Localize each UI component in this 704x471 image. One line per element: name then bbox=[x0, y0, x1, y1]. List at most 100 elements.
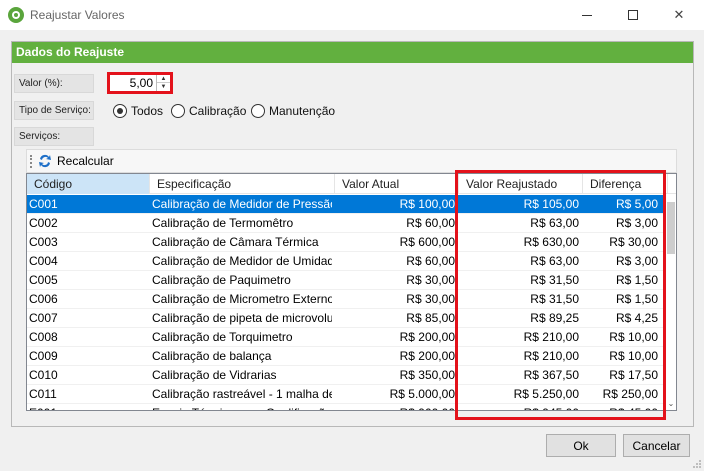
cell-especificacao: Calibração de Medidor de Pressão bbox=[152, 197, 332, 211]
cell-diferenca: R$ 4,25 bbox=[615, 311, 658, 325]
table-row[interactable]: C011 Calibração rastreável - 1 malha de t… bbox=[27, 385, 668, 404]
cell-codigo: C010 bbox=[29, 368, 58, 382]
cell-diferenca: R$ 5,00 bbox=[615, 197, 658, 211]
cell-valor-reajustado: R$ 63,00 bbox=[530, 216, 579, 230]
cell-codigo: C003 bbox=[29, 235, 58, 249]
valor-label: Valor (%): bbox=[14, 74, 94, 93]
spin-down-icon[interactable]: ▼ bbox=[157, 83, 170, 91]
spinner-buttons[interactable]: ▲ ▼ bbox=[156, 75, 170, 91]
table-row[interactable]: C010 Calibração de Vidrarias R$ 350,00 R$ 3… bbox=[27, 366, 668, 385]
column-diferenca[interactable]: Diferença bbox=[583, 174, 668, 194]
cell-diferenca: R$ 30,00 bbox=[609, 235, 658, 249]
cell-codigo: C007 bbox=[29, 311, 58, 325]
cell-codigo: C002 bbox=[29, 216, 58, 230]
table-row[interactable]: C008 Calibração de Torquimetro R$ 200,00 R$… bbox=[27, 328, 668, 347]
cell-especificacao: Calibração de Medidor de Umidade bbox=[152, 254, 332, 268]
column-especificacao[interactable]: Especificação bbox=[150, 174, 335, 194]
servicos-label: Serviços: bbox=[14, 127, 94, 146]
cell-especificacao: Calibração de Paquimetro bbox=[152, 273, 291, 287]
cell-diferenca: R$ 3,00 bbox=[615, 216, 658, 230]
recalcular-label: Recalcular bbox=[57, 154, 114, 168]
cell-codigo: E001 bbox=[29, 406, 147, 410]
table-row[interactable]: E001 Ensaio Térmico para Qualificação d..… bbox=[27, 404, 668, 410]
cell-valor-atual: R$ 600,00 bbox=[399, 235, 455, 249]
cell-especificacao: Calibração rastreável - 1 malha de t... bbox=[152, 387, 332, 401]
cell-valor-reajustado: R$ 210,00 bbox=[523, 330, 579, 344]
cell-especificacao: Calibração de Micrometro Externo bbox=[152, 292, 332, 306]
cell-valor-atual: R$ 30,00 bbox=[406, 292, 455, 306]
minimize-icon bbox=[582, 14, 592, 16]
cell-valor-reajustado: R$ 210,00 bbox=[523, 349, 579, 363]
cell-valor-reajustado: R$ 31,50 bbox=[530, 292, 579, 306]
cell-valor-atual: R$ 900,00 bbox=[337, 406, 455, 410]
table-row[interactable]: C004 Calibração de Medidor de Umidade R$ 6… bbox=[27, 252, 668, 271]
services-grid[interactable]: Código Especificação Valor Atual Valor R… bbox=[26, 173, 677, 411]
cell-especificacao: Calibração de balança bbox=[152, 349, 272, 363]
title-bar: Reajustar Valores ✕ bbox=[0, 0, 704, 30]
cell-valor-atual: R$ 100,00 bbox=[399, 197, 455, 211]
tipo-servico-label: Tipo de Serviço: bbox=[14, 101, 94, 120]
cell-valor-atual: R$ 85,00 bbox=[406, 311, 455, 325]
valor-input[interactable]: 5,00 bbox=[130, 76, 153, 90]
cell-valor-reajustado: R$ 63,00 bbox=[530, 254, 579, 268]
radio-unchecked-icon[interactable] bbox=[251, 104, 265, 118]
scrollbar-thumb[interactable] bbox=[667, 202, 675, 254]
table-row[interactable]: C001 Calibração de Medidor de Pressão R$ 1… bbox=[27, 195, 668, 214]
radio-manutencao[interactable]: Manutenção bbox=[251, 104, 335, 118]
cancel-button[interactable]: Cancelar bbox=[623, 434, 690, 457]
app-logo-icon bbox=[8, 7, 24, 23]
resize-grip-icon[interactable] bbox=[692, 459, 702, 469]
cell-valor-reajustado: R$ 105,00 bbox=[523, 197, 579, 211]
column-valor-reajustado[interactable]: Valor Reajustado bbox=[459, 174, 583, 194]
cell-valor-atual: R$ 200,00 bbox=[399, 349, 455, 363]
recalcular-button[interactable]: Recalcular bbox=[37, 153, 114, 169]
radio-manutencao-label: Manutenção bbox=[269, 104, 336, 118]
maximize-button[interactable] bbox=[610, 0, 656, 30]
cell-valor-reajustado: R$ 945,00 bbox=[461, 406, 579, 410]
cell-valor-reajustado: R$ 31,50 bbox=[530, 273, 579, 287]
cell-especificacao: Ensaio Térmico para Qualificação d... bbox=[152, 406, 332, 410]
cell-codigo: C011 bbox=[29, 387, 57, 401]
close-button[interactable]: ✕ bbox=[656, 0, 702, 30]
cell-especificacao: Calibração de Vidrarias bbox=[152, 368, 277, 382]
cell-diferenca: R$ 45,00 bbox=[585, 406, 658, 410]
grid-toolbar: Recalcular bbox=[26, 149, 677, 173]
cell-diferenca: R$ 10,00 bbox=[609, 330, 658, 344]
table-row[interactable]: C003 Calibração de Câmara Térmica R$ 600,0… bbox=[27, 233, 668, 252]
cell-codigo: C008 bbox=[29, 330, 58, 344]
cell-codigo: C009 bbox=[29, 349, 58, 363]
radio-todos[interactable]: Todos bbox=[113, 104, 163, 118]
ok-button[interactable]: Ok bbox=[546, 434, 616, 457]
cell-codigo: C005 bbox=[29, 273, 58, 287]
radio-unchecked-icon[interactable] bbox=[171, 104, 185, 118]
scroll-down-icon[interactable]: ⌄ bbox=[666, 400, 676, 408]
spin-up-icon[interactable]: ▲ bbox=[157, 75, 170, 83]
vertical-scrollbar[interactable]: ⌄ bbox=[666, 194, 676, 410]
cell-diferenca: R$ 1,50 bbox=[615, 292, 658, 306]
cell-valor-atual: R$ 60,00 bbox=[406, 254, 455, 268]
radio-checked-icon[interactable] bbox=[113, 104, 127, 118]
table-row[interactable]: C009 Calibração de balança R$ 200,00 R$ 210… bbox=[27, 347, 668, 366]
cell-valor-reajustado: R$ 5.250,00 bbox=[513, 387, 579, 401]
radio-todos-label: Todos bbox=[131, 104, 164, 118]
column-valor-atual[interactable]: Valor Atual bbox=[335, 174, 459, 194]
table-row[interactable]: C006 Calibração de Micrometro Externo R$ 3… bbox=[27, 290, 668, 309]
column-codigo[interactable]: Código bbox=[27, 174, 150, 194]
cell-valor-atual: R$ 30,00 bbox=[406, 273, 455, 287]
table-row[interactable]: C007 Calibração de pipeta de microvolume R… bbox=[27, 309, 668, 328]
minimize-button[interactable] bbox=[564, 0, 610, 30]
cell-codigo: C001 bbox=[29, 197, 58, 211]
cell-valor-atual: R$ 5.000,00 bbox=[389, 387, 455, 401]
group-title: Dados do Reajuste bbox=[12, 42, 693, 63]
cell-especificacao: Calibração de Termomêtro bbox=[152, 216, 294, 230]
radio-calibracao[interactable]: Calibração bbox=[171, 104, 246, 118]
cell-diferenca: R$ 250,00 bbox=[602, 387, 658, 401]
table-row[interactable]: C002 Calibração de Termomêtro R$ 60,00 R$ 6… bbox=[27, 214, 668, 233]
table-row[interactable]: C005 Calibração de Paquimetro R$ 30,00 R$ 3… bbox=[27, 271, 668, 290]
cell-especificacao: Calibração de pipeta de microvolume bbox=[152, 311, 332, 325]
valor-spinner[interactable]: 5,00 ▲ ▼ bbox=[107, 72, 173, 94]
cell-diferenca: R$ 17,50 bbox=[609, 368, 658, 382]
window-title: Reajustar Valores bbox=[30, 8, 125, 22]
toolbar-grip[interactable] bbox=[30, 155, 32, 168]
cell-valor-atual: R$ 60,00 bbox=[406, 216, 455, 230]
